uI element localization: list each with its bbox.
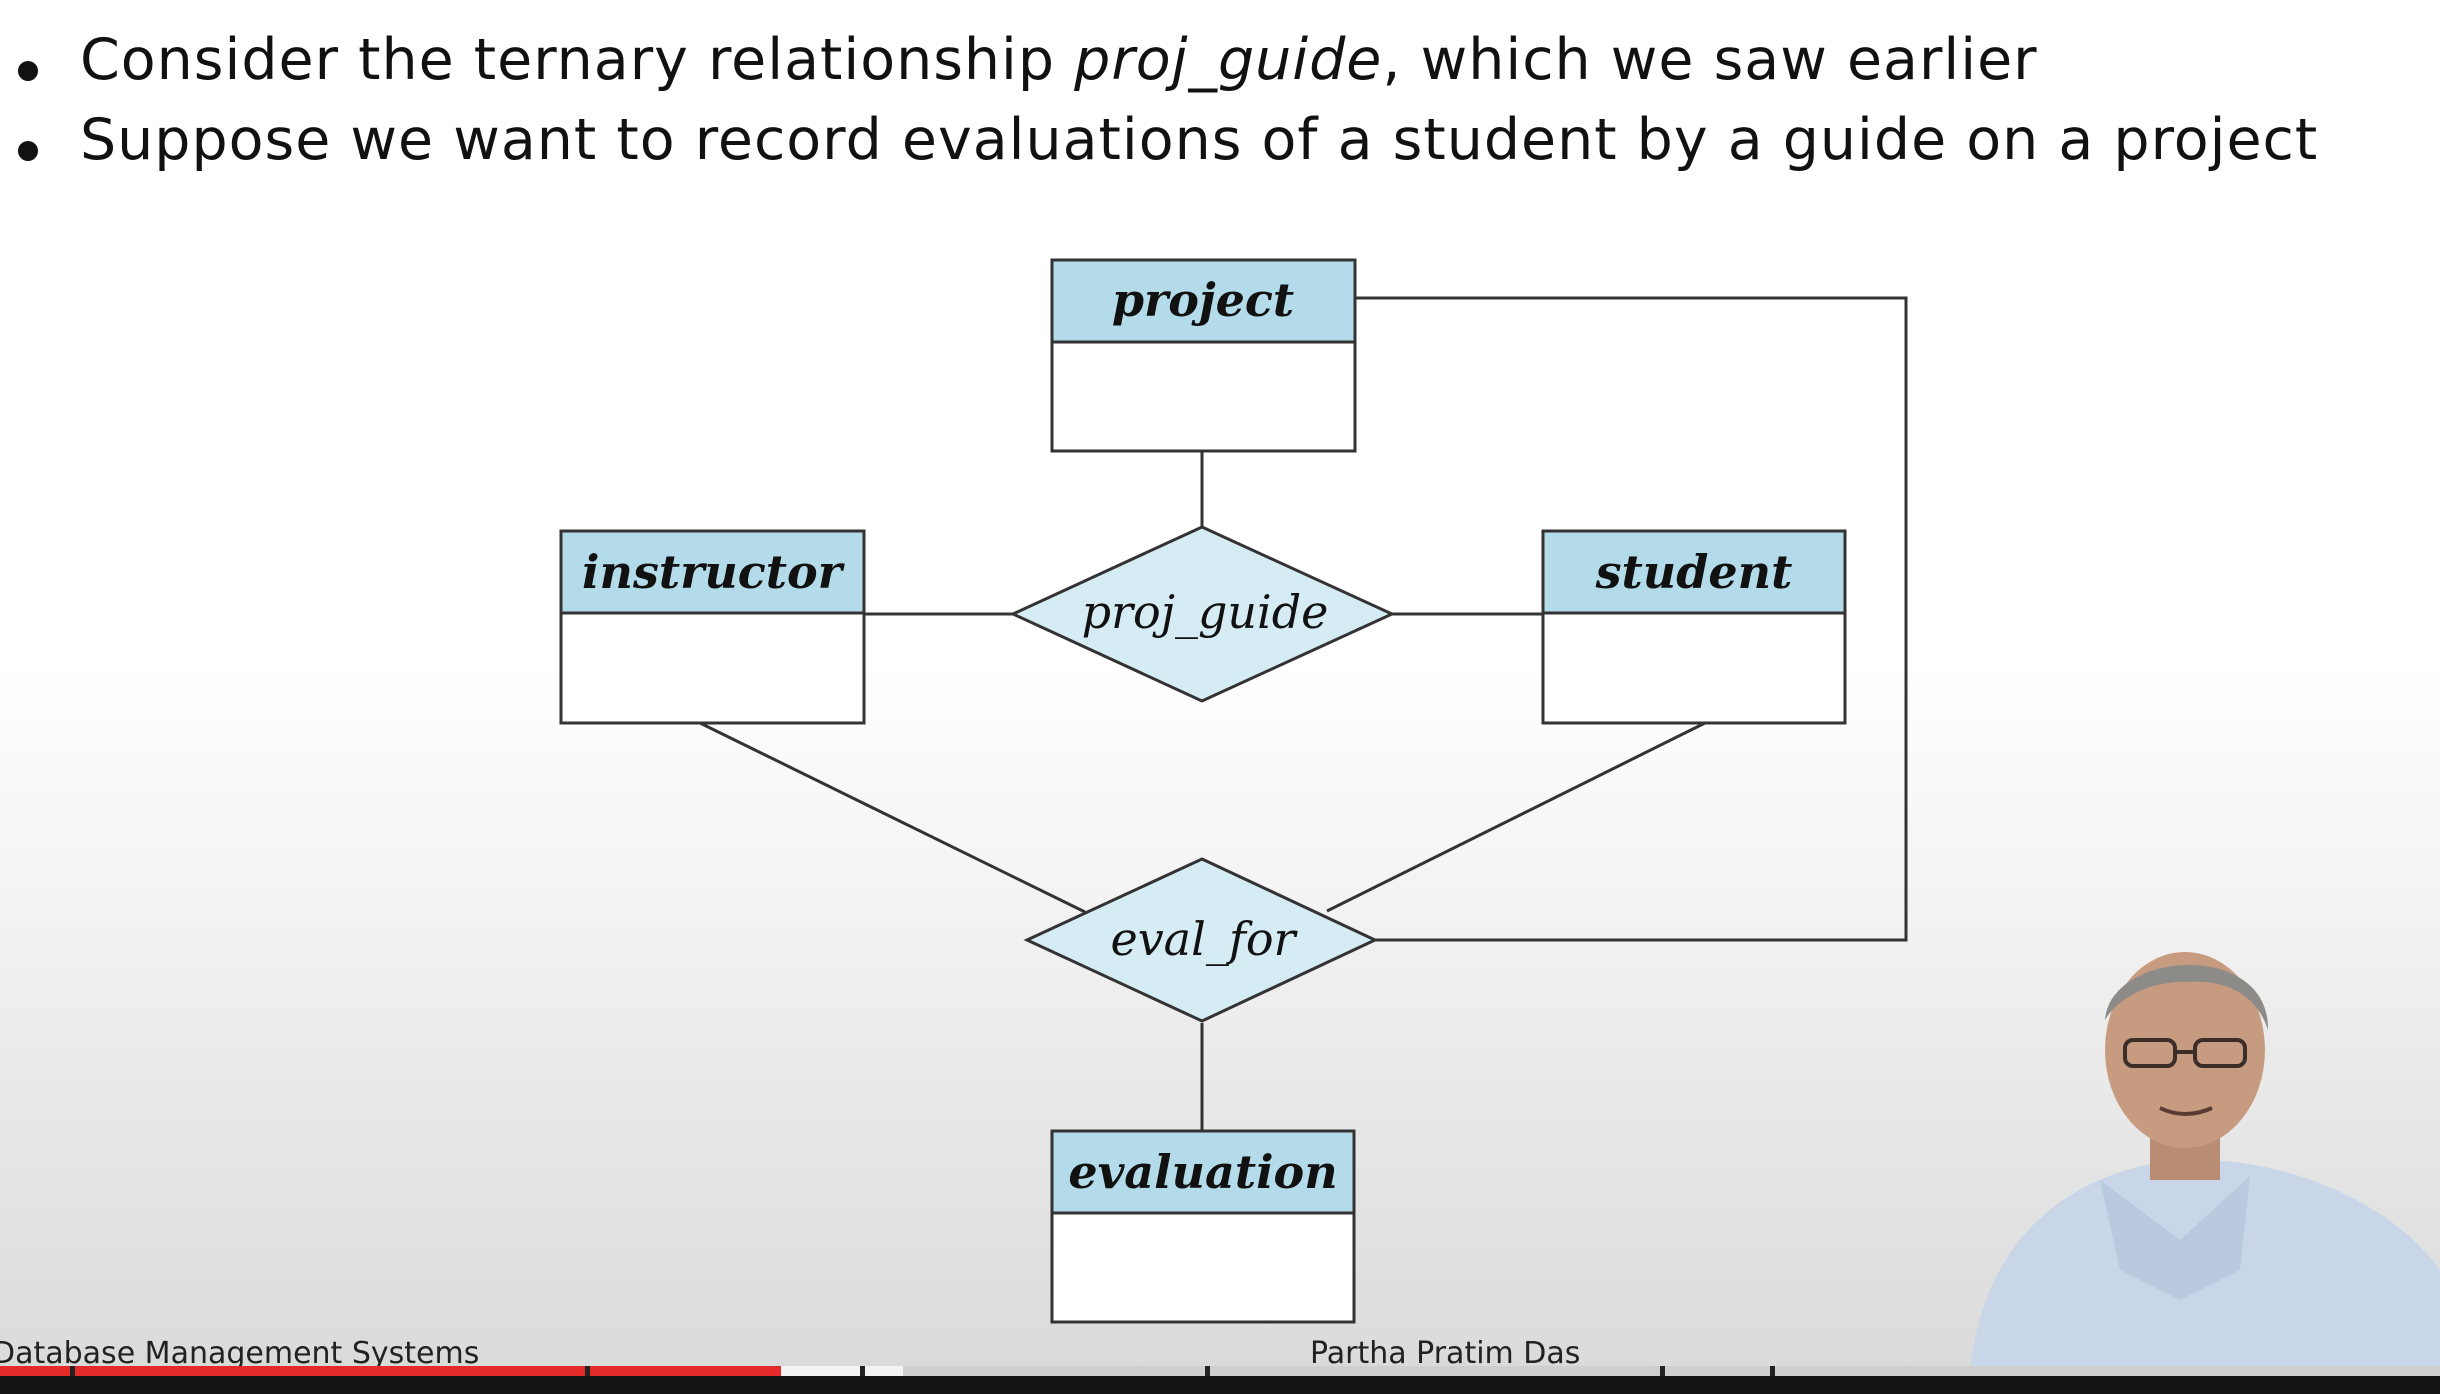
chapter-marker xyxy=(70,1366,75,1376)
chapter-marker xyxy=(585,1366,590,1376)
entity-evaluation: evaluation xyxy=(1050,1129,1356,1324)
chapter-marker xyxy=(1770,1366,1775,1376)
entity-instructor-label: instructor xyxy=(582,545,846,599)
video-buffer-fill xyxy=(780,1366,903,1376)
relationship-proj-guide-label: proj_guide xyxy=(1082,585,1329,639)
relationship-eval-for: eval_for xyxy=(1023,857,1379,1023)
entity-evaluation-label: evaluation xyxy=(1068,1145,1337,1199)
entity-instructor: instructor xyxy=(559,529,866,725)
chapter-marker xyxy=(1205,1366,1210,1376)
entity-project-label: project xyxy=(1112,273,1294,327)
relationship-proj-guide: proj_guide xyxy=(1009,525,1396,703)
relationship-eval-for-label: eval_for xyxy=(1110,912,1298,966)
presenter-figure xyxy=(1970,952,2440,1376)
chapter-marker xyxy=(860,1366,865,1376)
entity-student-label: student xyxy=(1595,545,1793,599)
presenter-video xyxy=(1950,940,2440,1376)
entity-project: project xyxy=(1050,258,1357,453)
chapter-marker xyxy=(1660,1366,1665,1376)
video-progress-fill xyxy=(0,1366,781,1376)
connector-student-eval-for xyxy=(1326,721,1706,913)
connector-instructor-eval-for xyxy=(699,721,1086,914)
entity-student: student xyxy=(1541,529,1847,725)
video-progress-bar[interactable] xyxy=(0,1366,2440,1376)
video-controls-strip xyxy=(0,1376,2440,1394)
